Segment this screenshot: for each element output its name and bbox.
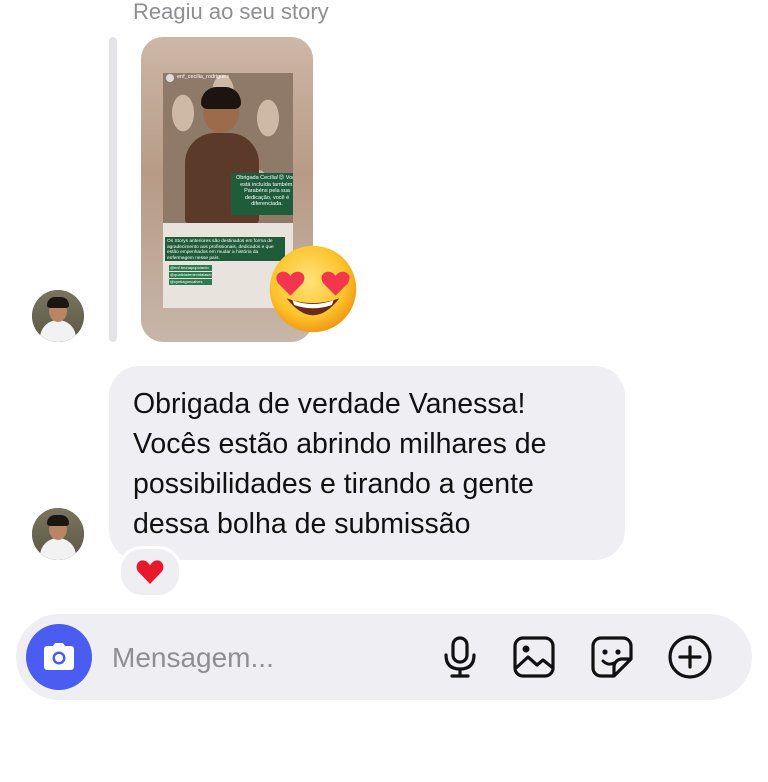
camera-icon	[44, 643, 74, 670]
story-user-avatar	[166, 74, 174, 82]
gallery-icon	[513, 636, 555, 678]
sticker-icon	[591, 636, 633, 678]
story-username: enf_cecilia_rodrigues	[177, 74, 229, 80]
camera-button[interactable]	[26, 624, 92, 690]
add-icon	[668, 635, 712, 679]
story-tag: @enf.brunapupolardo	[169, 265, 212, 271]
message-text: Obrigada de verdade Vanessa! Vocês estão…	[133, 388, 547, 540]
story-text-overlay-1: Obrigada Cecília!😊 Você está incluída ta…	[231, 173, 293, 215]
story-reply-caption: Reagiu ao seu story	[133, 0, 329, 24]
microphone-icon	[444, 636, 476, 678]
message-reaction[interactable]	[118, 546, 182, 598]
sticker-button[interactable]	[588, 633, 636, 681]
message-input[interactable]	[110, 634, 414, 682]
microphone-button[interactable]	[436, 633, 484, 681]
heart-eyes-emoji-icon	[269, 245, 357, 333]
story-tag: @qualidadedevidalaser	[169, 272, 212, 278]
contact-avatar[interactable]	[32, 290, 84, 342]
story-tag: @cyntiagoncalves	[169, 279, 212, 285]
contact-avatar[interactable]	[32, 508, 84, 560]
message-composer	[16, 614, 752, 700]
gallery-button[interactable]	[510, 633, 558, 681]
add-button[interactable]	[666, 633, 714, 681]
red-heart-icon	[136, 560, 164, 584]
reply-quote-bar	[109, 37, 117, 342]
message-bubble[interactable]: Obrigada de verdade Vanessa! Vocês estão…	[109, 366, 625, 560]
